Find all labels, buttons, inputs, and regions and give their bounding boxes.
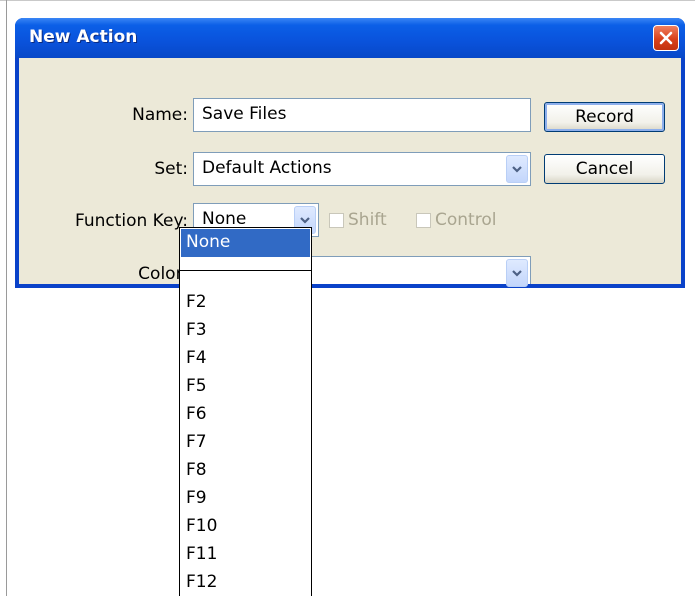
dropdown-option-f6[interactable]: F6 <box>186 404 207 424</box>
function-key-dropdown-list: None F2 F3 F4 F5 F6 F7 F8 F9 F10 F11 F12 <box>179 227 312 596</box>
chevron-down-icon <box>512 270 522 277</box>
dropdown-option-f10[interactable]: F10 <box>186 516 217 536</box>
dropdown-option-selected[interactable]: None <box>181 229 310 257</box>
title-bar[interactable]: New Action <box>15 18 685 58</box>
close-icon <box>659 31 673 45</box>
dropdown-option-f5[interactable]: F5 <box>186 376 207 396</box>
control-checkbox[interactable]: Control <box>416 210 496 230</box>
control-checkbox-label: Control <box>435 210 497 230</box>
cancel-button[interactable]: Cancel <box>544 154 665 184</box>
page-border-top <box>0 0 695 1</box>
new-action-dialog: New Action Name: Save Files Set: Default… <box>15 18 685 288</box>
function-key-label: Function Key: <box>74 211 188 231</box>
set-select[interactable]: Default Actions <box>193 152 531 186</box>
chevron-down-icon <box>512 166 522 173</box>
set-label: Set: <box>154 159 188 179</box>
set-select-arrow[interactable] <box>506 155 528 183</box>
shift-checkbox-label: Shift <box>348 210 387 230</box>
dropdown-option-f12[interactable]: F12 <box>186 572 217 592</box>
dropdown-option-selected-label: None <box>186 232 231 252</box>
dropdown-option-f2[interactable]: F2 <box>186 292 207 312</box>
chevron-down-icon <box>300 217 310 224</box>
record-button[interactable]: Record <box>544 102 665 132</box>
function-key-select-value: None <box>202 209 247 229</box>
dialog-client-area: Name: Save Files Set: Default Actions Fu… <box>19 58 681 287</box>
color-label: Color: <box>138 264 188 284</box>
dropdown-option-f7[interactable]: F7 <box>186 432 207 452</box>
control-checkbox-box[interactable] <box>416 212 431 228</box>
dropdown-option-f4[interactable]: F4 <box>186 348 207 368</box>
name-label: Name: <box>132 105 188 125</box>
dropdown-divider <box>180 270 311 271</box>
close-button[interactable] <box>653 25 679 51</box>
dropdown-option-f11[interactable]: F11 <box>186 544 217 564</box>
dropdown-option-f9[interactable]: F9 <box>186 488 207 508</box>
shift-checkbox-box[interactable] <box>329 212 344 228</box>
dropdown-option-f8[interactable]: F8 <box>186 460 207 480</box>
dialog-title: New Action <box>29 27 138 47</box>
color-select-arrow[interactable] <box>506 259 528 287</box>
page-border-left <box>6 0 7 596</box>
name-input[interactable]: Save Files <box>193 98 531 132</box>
shift-checkbox[interactable]: Shift <box>329 210 387 230</box>
set-select-value: Default Actions <box>202 158 332 178</box>
dropdown-option-f3[interactable]: F3 <box>186 320 207 340</box>
